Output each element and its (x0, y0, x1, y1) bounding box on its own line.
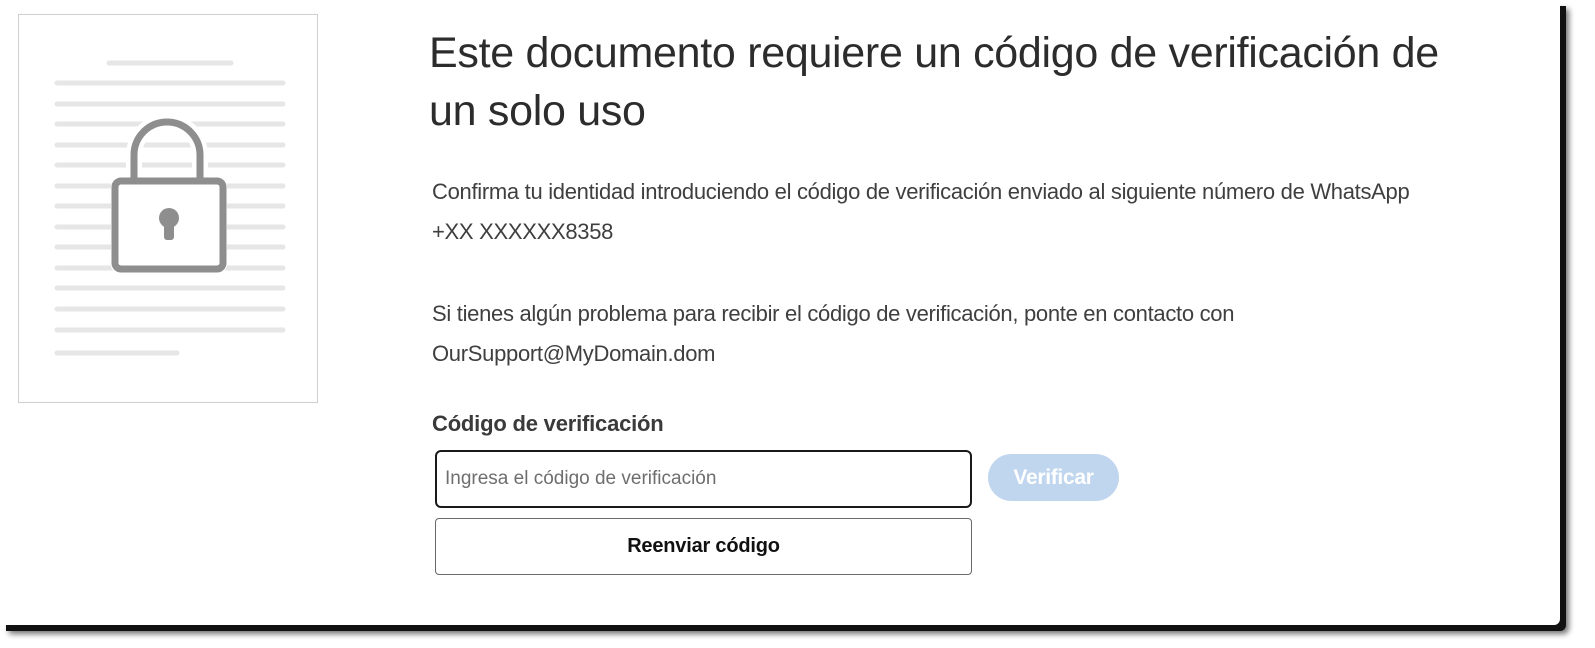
document-icon (54, 60, 286, 356)
verification-code-label: Código de verificación (432, 411, 664, 436)
identity-message: Confirma tu identidad introduciendo el c… (432, 179, 1410, 244)
resend-code-button[interactable]: Reenviar código (435, 518, 972, 575)
support-message: Si tienes algún problema para recibir el… (432, 301, 1235, 366)
verification-code-input[interactable] (435, 450, 972, 508)
document-thumbnail (18, 14, 318, 403)
verify-button[interactable]: Verificar (988, 454, 1119, 501)
verification-dialog: Este documento requiere un código de ver… (0, 0, 1560, 625)
page-title: Este documento requiere un código de ver… (429, 29, 1439, 135)
